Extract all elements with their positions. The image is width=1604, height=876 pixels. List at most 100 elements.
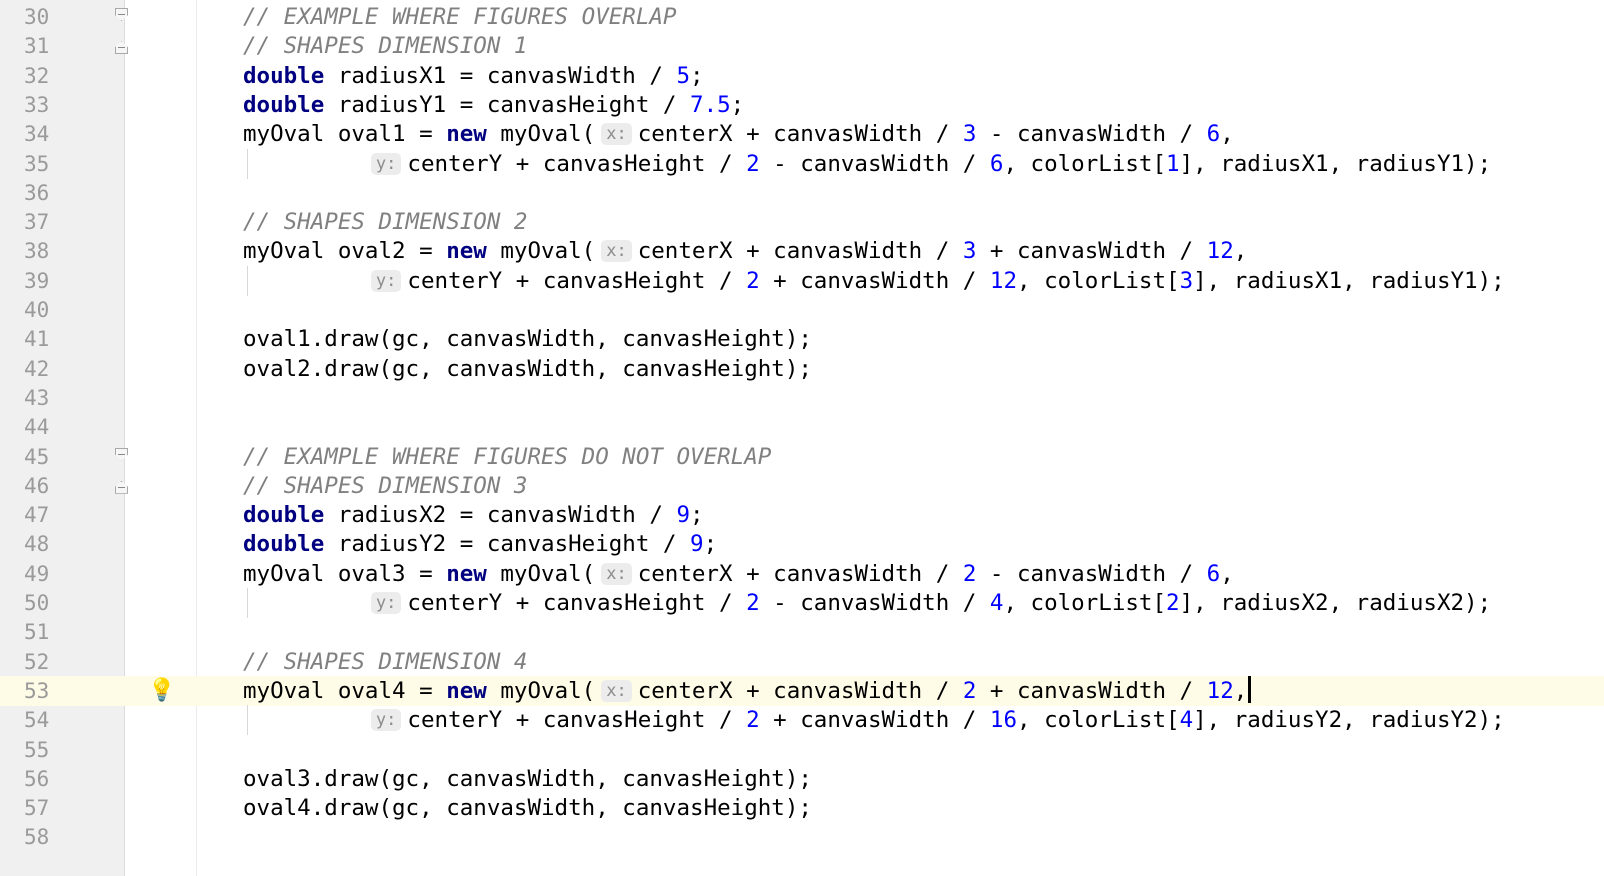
code-text[interactable]: double radiusY1 = canvasHeight / 7.5; bbox=[243, 90, 744, 120]
code-line[interactable]: 47 double radiusX2 = canvasWidth / 9; bbox=[0, 500, 1604, 530]
code-text[interactable]: oval2.draw(gc, canvasWidth, canvasHeight… bbox=[243, 354, 812, 384]
code-line[interactable]: 54 y: centerY + canvasHeight / 2 + canvas… bbox=[0, 705, 1604, 736]
code-text[interactable]: oval4.draw(gc, canvasWidth, canvasHeight… bbox=[243, 793, 812, 823]
code-line[interactable]: 46 // SHAPES DIMENSION 3 bbox=[0, 471, 1604, 501]
code-line[interactable]: 48 double radiusY2 = canvasHeight / 9; bbox=[0, 529, 1604, 559]
line-number[interactable]: 56 bbox=[0, 764, 124, 794]
code-token: - canvasWidth / bbox=[759, 150, 990, 177]
line-number[interactable]: 43 bbox=[0, 383, 124, 413]
line-number[interactable]: 37 bbox=[0, 207, 124, 237]
code-token: oval4.draw(gc, canvasWidth, canvasHeight… bbox=[243, 795, 812, 822]
line-number[interactable]: 46 bbox=[0, 471, 124, 501]
code-line[interactable]: 52 // SHAPES DIMENSION 4 bbox=[0, 647, 1604, 677]
code-token: , colorList[ bbox=[1003, 150, 1167, 177]
code-line[interactable]: 44 bbox=[0, 412, 1604, 442]
line-number[interactable]: 38 bbox=[0, 236, 124, 266]
code-line[interactable]: 49 myOval oval3 = new myOval(x: centerX + … bbox=[0, 559, 1604, 589]
number-token: 2 bbox=[962, 560, 977, 587]
line-number[interactable]: 48 bbox=[0, 529, 124, 559]
code-text[interactable]: double radiusX2 = canvasWidth / 9; bbox=[243, 500, 704, 530]
line-number[interactable]: 45 bbox=[0, 442, 124, 472]
code-line[interactable]: 30 // EXAMPLE WHERE FIGURES OVERLAP bbox=[0, 2, 1604, 32]
code-line[interactable]: 34 myOval oval1 = new myOval(x: centerX + … bbox=[0, 119, 1604, 149]
line-number[interactable]: 39 bbox=[0, 266, 124, 296]
code-token: + canvasWidth / bbox=[759, 707, 990, 734]
line-number[interactable]: 57 bbox=[0, 793, 124, 823]
code-line[interactable]: 39 y: centerY + canvasHeight / 2 + canvas… bbox=[0, 265, 1604, 296]
code-text[interactable]: double radiusX1 = canvasWidth / 5; bbox=[243, 61, 704, 91]
code-text[interactable]: oval1.draw(gc, canvasWidth, canvasHeight… bbox=[243, 324, 812, 354]
code-token: centerX + canvasWidth / bbox=[637, 121, 963, 148]
code-line[interactable]: 40 bbox=[0, 295, 1604, 325]
code-line[interactable]: 56 oval3.draw(gc, canvasWidth, canvasHeig… bbox=[0, 764, 1604, 794]
code-token: centerY + canvasHeight / bbox=[407, 150, 747, 177]
code-text[interactable]: // SHAPES DIMENSION 2 bbox=[243, 207, 527, 237]
code-text[interactable]: oval3.draw(gc, canvasWidth, canvasHeight… bbox=[243, 764, 812, 794]
line-number[interactable]: 42 bbox=[0, 354, 124, 384]
line-number[interactable]: 41 bbox=[0, 324, 124, 354]
code-text[interactable]: // SHAPES DIMENSION 1 bbox=[243, 31, 527, 61]
code-text[interactable]: // EXAMPLE WHERE FIGURES OVERLAP bbox=[243, 2, 676, 32]
code-text[interactable]: myOval oval3 = new myOval(x: centerX + ca… bbox=[243, 559, 1234, 589]
comment-token: // SHAPES DIMENSION 3 bbox=[243, 472, 528, 499]
code-text[interactable]: // SHAPES DIMENSION 4 bbox=[243, 647, 527, 677]
code-line[interactable]: 45 // EXAMPLE WHERE FIGURES DO NOT OVERLA… bbox=[0, 442, 1604, 472]
line-number[interactable]: 34 bbox=[0, 119, 124, 149]
code-line[interactable]: 41 oval1.draw(gc, canvasWidth, canvasHeig… bbox=[0, 324, 1604, 354]
code-line[interactable]: 33 double radiusY1 = canvasHeight / 7.5; bbox=[0, 90, 1604, 120]
code-token: , colorList[ bbox=[1017, 707, 1180, 734]
line-number[interactable]: 49 bbox=[0, 559, 124, 589]
code-line[interactable]: 38 myOval oval2 = new myOval(x: centerX + … bbox=[0, 236, 1604, 266]
code-line[interactable]: 42 oval2.draw(gc, canvasWidth, canvasHeig… bbox=[0, 354, 1604, 384]
code-text[interactable]: y: centerY + canvasHeight / 2 - canvasWid… bbox=[243, 149, 1491, 179]
code-line[interactable]: 36 bbox=[0, 178, 1604, 208]
number-token: 2 bbox=[746, 590, 760, 616]
line-number[interactable]: 36 bbox=[0, 178, 124, 208]
line-number[interactable]: 31 bbox=[0, 31, 124, 61]
line-number[interactable]: 35 bbox=[0, 149, 124, 179]
line-number[interactable]: 32 bbox=[0, 61, 124, 91]
code-line[interactable]: 55 bbox=[0, 735, 1604, 765]
code-line[interactable]: 43 bbox=[0, 383, 1604, 413]
line-number[interactable]: 51 bbox=[0, 617, 124, 647]
line-number[interactable]: 58 bbox=[0, 822, 124, 852]
line-number[interactable]: 33 bbox=[0, 90, 124, 120]
line-number[interactable]: 40 bbox=[0, 295, 124, 325]
code-editor[interactable]: 30 // EXAMPLE WHERE FIGURES OVERLAP 31 // S… bbox=[0, 0, 1604, 876]
line-number[interactable]: 44 bbox=[0, 412, 124, 442]
code-text[interactable]: y: centerY + canvasHeight / 2 + canvasWid… bbox=[243, 705, 1505, 735]
line-number[interactable]: 47 bbox=[0, 500, 124, 530]
code-line[interactable]: 37 // SHAPES DIMENSION 2 bbox=[0, 207, 1604, 237]
code-line[interactable]: 50 y: centerY + canvasHeight / 2 - canvas… bbox=[0, 588, 1604, 618]
code-line[interactable]: 51 bbox=[0, 617, 1604, 647]
code-text[interactable]: y: centerY + canvasHeight / 2 - canvasWid… bbox=[243, 588, 1491, 618]
line-number[interactable]: 53 bbox=[0, 675, 124, 706]
code-text[interactable]: y: centerY + canvasHeight / 2 + canvasWid… bbox=[243, 266, 1505, 296]
code-text[interactable]: myOval oval2 = new myOval(x: centerX + ca… bbox=[243, 236, 1247, 266]
code-line-current[interactable]: 53 💡 myOval oval4 = new myOval(x: centerX +… bbox=[0, 675, 1604, 706]
line-number[interactable]: 54 bbox=[0, 705, 124, 735]
code-text[interactable]: double radiusY2 = canvasHeight / 9; bbox=[243, 529, 717, 559]
line-number[interactable]: 50 bbox=[0, 588, 124, 618]
line-number[interactable]: 30 bbox=[0, 2, 124, 32]
code-token: centerY + canvasHeight / bbox=[407, 590, 747, 616]
code-token: centerY + canvasHeight / bbox=[407, 707, 747, 734]
line-number[interactable]: 55 bbox=[0, 735, 124, 765]
code-line[interactable]: 57 oval4.draw(gc, canvasWidth, canvasHeig… bbox=[0, 793, 1604, 823]
code-text[interactable]: myOval oval1 = new myOval(x: centerX + ca… bbox=[243, 119, 1234, 149]
lightbulb-icon[interactable]: 💡 bbox=[148, 677, 175, 705]
code-line[interactable]: 31 // SHAPES DIMENSION 1 bbox=[0, 31, 1604, 61]
number-token: 2 bbox=[746, 707, 760, 734]
code-text[interactable]: // SHAPES DIMENSION 3 bbox=[243, 471, 527, 501]
line-number[interactable]: 52 bbox=[0, 647, 124, 677]
code-token: , bbox=[1233, 677, 1248, 704]
number-token: 2 bbox=[962, 677, 977, 704]
code-text[interactable]: // EXAMPLE WHERE FIGURES DO NOT OVERLAP bbox=[243, 442, 771, 472]
number-token: 2 bbox=[746, 150, 760, 177]
code-token: radiusY2 = canvasHeight / bbox=[324, 531, 691, 558]
code-line[interactable]: 58 bbox=[0, 822, 1604, 852]
code-text[interactable]: myOval oval4 = new myOval(x: centerX + ca… bbox=[243, 675, 1252, 706]
code-line[interactable]: 35 y: centerY + canvasHeight / 2 - canvas… bbox=[0, 148, 1604, 179]
code-line[interactable]: 32 double radiusX1 = canvasWidth / 5; bbox=[0, 61, 1604, 91]
code-token: ; bbox=[703, 531, 718, 558]
